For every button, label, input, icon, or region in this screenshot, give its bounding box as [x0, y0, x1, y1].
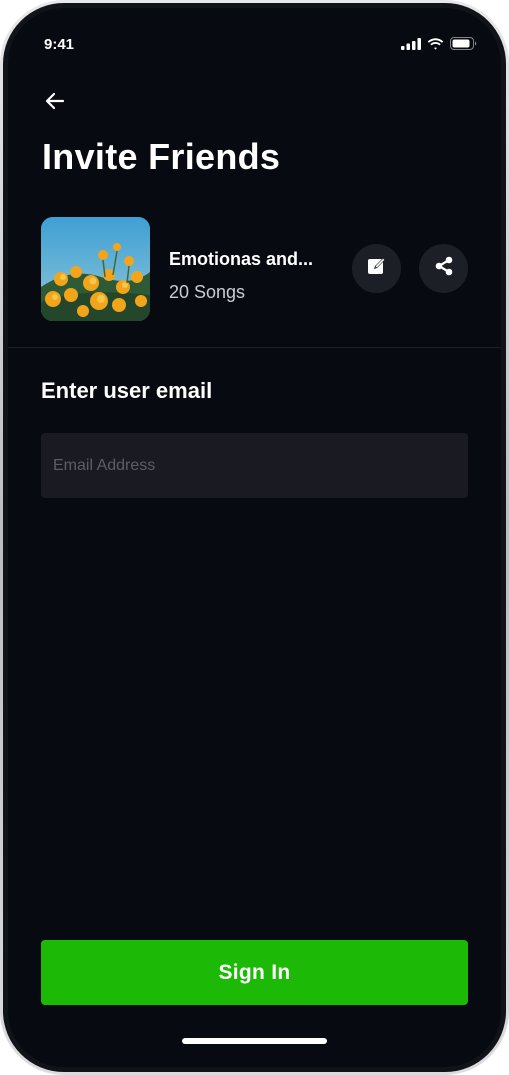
phone-frame: 9:41 Invite Friends Emotionas and... 20 …: [0, 0, 509, 1075]
share-button[interactable]: [419, 244, 468, 293]
app-screen: 9:41 Invite Friends Emotionas and... 20 …: [8, 8, 501, 1067]
page-title: Invite Friends: [42, 136, 281, 177]
home-indicator: [182, 1038, 327, 1044]
sign-in-button[interactable]: Sign In: [41, 940, 468, 1005]
share-icon: [433, 255, 455, 282]
playlist-name: Emotionas and...: [169, 249, 314, 269]
playlist-song-count: 20 Songs: [169, 282, 246, 302]
status-icons: [401, 37, 477, 55]
email-field[interactable]: [41, 433, 468, 498]
arrow-left-icon: [43, 89, 67, 118]
wifi-icon: [427, 37, 444, 55]
cellular-signal-icon: [401, 37, 421, 55]
back-button[interactable]: [38, 86, 72, 120]
section-divider: [8, 347, 501, 348]
status-time: 9:41: [44, 36, 75, 53]
status-bar: 9:41: [8, 8, 501, 53]
phone-bezel: 9:41 Invite Friends Emotionas and... 20 …: [3, 3, 506, 1072]
playlist-card: Emotionas and... 20 Songs: [41, 217, 471, 321]
battery-icon: [450, 37, 477, 55]
email-section-label: Enter user email: [41, 378, 213, 403]
playlist-cover-image: [41, 217, 150, 321]
edit-icon: [366, 255, 388, 282]
edit-button[interactable]: [352, 244, 401, 293]
